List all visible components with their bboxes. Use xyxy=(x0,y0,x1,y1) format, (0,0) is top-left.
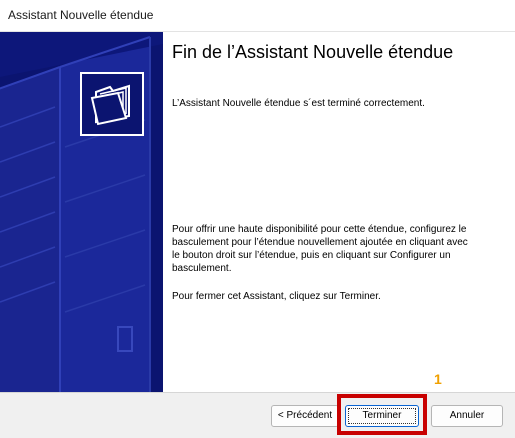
completion-message: L’Assistant Nouvelle étendue s´est termi… xyxy=(172,98,425,109)
folder-icon xyxy=(80,72,144,136)
page-title: Fin de l’Assistant Nouvelle étendue xyxy=(172,42,454,62)
cancel-button[interactable]: Annuler xyxy=(431,405,503,427)
wizard-side-panel xyxy=(0,32,163,392)
focus-rectangle xyxy=(348,408,416,424)
failover-hint: Pour offrir une haute disponibilité pour… xyxy=(172,224,468,274)
button-bar: < Précédent Terminer Annuler xyxy=(0,392,515,438)
close-instruction: Pour fermer cet Assistant, cliquez sur T… xyxy=(172,291,381,302)
finish-button[interactable]: Terminer xyxy=(345,405,419,427)
window-title: Assistant Nouvelle étendue xyxy=(8,8,154,22)
title-bar: Assistant Nouvelle étendue xyxy=(0,0,515,32)
wizard-content: Fin de l’Assistant Nouvelle étendue L’As… xyxy=(163,32,515,392)
annotation-step-number: 1 xyxy=(434,371,442,387)
previous-button[interactable]: < Précédent xyxy=(271,405,339,427)
